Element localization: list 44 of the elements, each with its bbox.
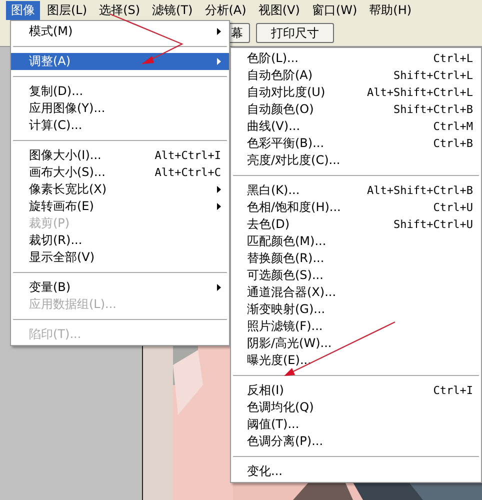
- menu-item[interactable]: 裁切(R)...: [11, 232, 229, 249]
- menu-item[interactable]: 曝光度(E)...: [231, 352, 481, 369]
- menu-item[interactable]: 变量(B): [11, 279, 229, 296]
- menu-item[interactable]: 可选颜色(S)...: [231, 267, 481, 284]
- menu-item[interactable]: 反相(I) Ctrl+I: [231, 382, 481, 399]
- menu-item[interactable]: 显示全部(V): [11, 249, 229, 266]
- menu-item[interactable]: 旋转画布(E): [11, 198, 229, 215]
- menu-item[interactable]: 自动对比度(U) Alt+Shift+Ctrl+L: [231, 84, 481, 101]
- menu-title[interactable]: 分析(A): [200, 0, 252, 20]
- menu-item[interactable]: 阈值(T)...: [231, 416, 481, 433]
- menu-item[interactable]: 通道混合器(X)...: [231, 284, 481, 301]
- menu-item[interactable]: 画布大小(S)... Alt+Ctrl+C: [11, 164, 229, 181]
- menu-item[interactable]: 模式(M): [11, 23, 229, 40]
- menu-item[interactable]: 调整(A): [11, 53, 229, 70]
- menu-title[interactable]: 图层(L): [42, 0, 92, 20]
- menu-item[interactable]: 去色(D) Shift+Ctrl+U: [231, 216, 481, 233]
- menu-item[interactable]: 色调均化(Q): [231, 399, 481, 416]
- menu-item[interactable]: 替换颜色(R)...: [231, 250, 481, 267]
- menu-item[interactable]: 亮度/对比度(C)...: [231, 152, 481, 169]
- menu-item[interactable]: 图像大小(I)... Alt+Ctrl+I: [11, 147, 229, 164]
- menu-title[interactable]: 滤镜(T): [147, 0, 198, 20]
- menu-item[interactable]: 变化...: [231, 463, 481, 480]
- menu-item[interactable]: 应用图像(Y)...: [11, 100, 229, 117]
- menu-item[interactable]: 黑白(K)... Alt+Shift+Ctrl+B: [231, 182, 481, 199]
- menu-item[interactable]: 匹配颜色(M)...: [231, 233, 481, 250]
- menu-item[interactable]: 色彩平衡(B)... Ctrl+B: [231, 135, 481, 152]
- menu-title[interactable]: 窗口(W): [306, 0, 362, 20]
- menu-item[interactable]: 像素长宽比(X): [11, 181, 229, 198]
- menu-item[interactable]: 曲线(V)... Ctrl+M: [231, 118, 481, 135]
- menu-title[interactable]: 图像: [6, 0, 40, 20]
- menu-title[interactable]: 选择(S): [94, 0, 146, 20]
- menu-title[interactable]: 视图(V): [253, 0, 305, 20]
- menu-title[interactable]: 帮助(H): [364, 0, 417, 20]
- menu-item[interactable]: 色调分离(P)...: [231, 433, 481, 450]
- menu-item[interactable]: 自动色阶(A) Shift+Ctrl+L: [231, 67, 481, 84]
- menu-item[interactable]: 照片滤镜(F)...: [231, 318, 481, 335]
- menu-item[interactable]: 计算(C)...: [11, 117, 229, 134]
- menu-item[interactable]: 复制(D)...: [11, 83, 229, 100]
- menu-item[interactable]: 渐变映射(G)...: [231, 301, 481, 318]
- menu-item[interactable]: 阴影/高光(W)...: [231, 335, 481, 352]
- menu-item[interactable]: 自动颜色(O) Shift+Ctrl+B: [231, 101, 481, 118]
- toolbar-button[interactable]: 打印尺寸: [256, 23, 334, 43]
- menu-item[interactable]: 色阶(L)... Ctrl+L: [231, 50, 481, 67]
- menu-item[interactable]: 色相/饱和度(H)... Ctrl+U: [231, 199, 481, 216]
